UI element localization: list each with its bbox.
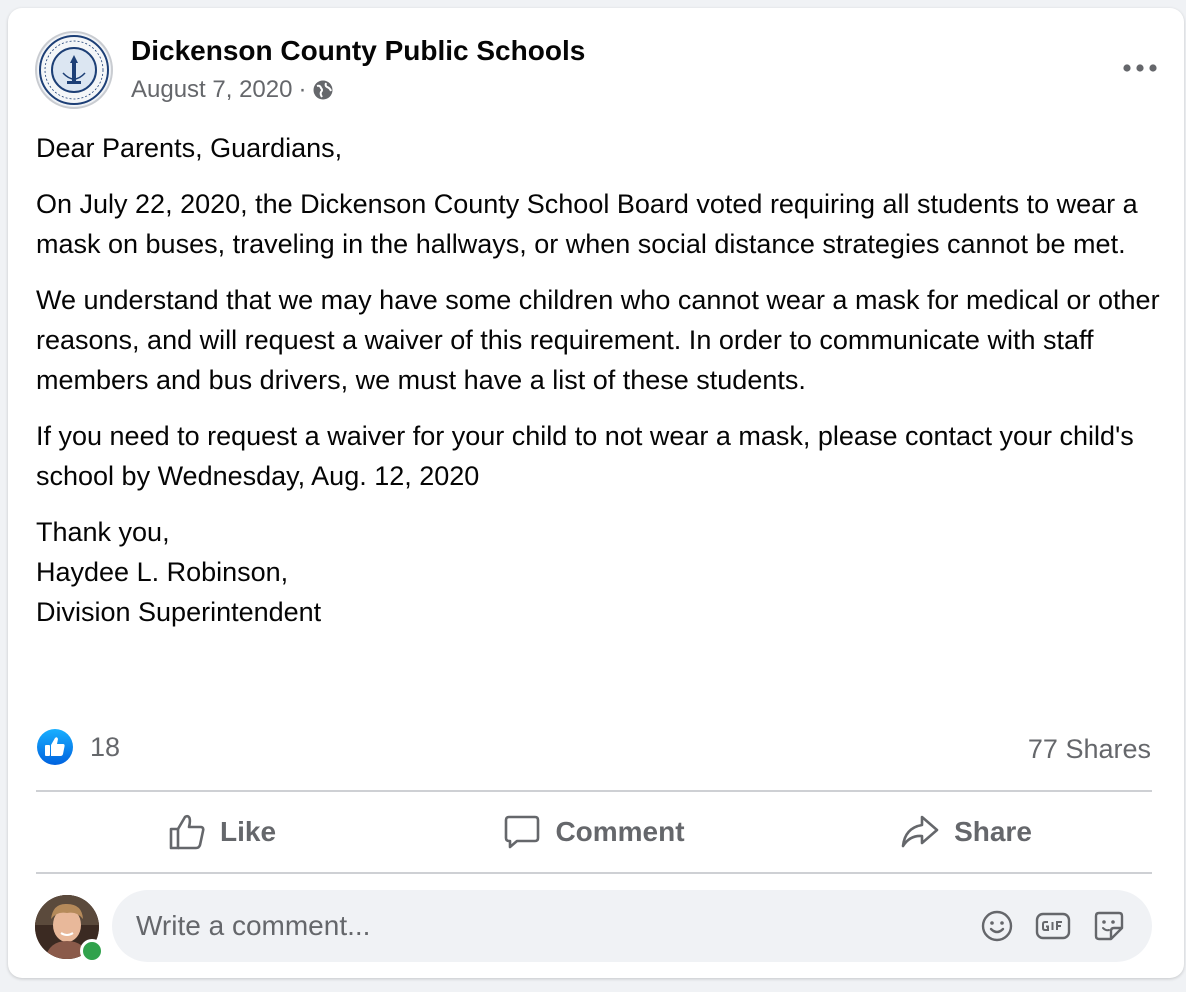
post-meta: August 7, 2020 ·: [131, 76, 334, 104]
gif-button[interactable]: [1026, 899, 1080, 953]
share-button[interactable]: Share: [780, 794, 1152, 870]
emoji-icon: [981, 910, 1013, 942]
signature-line: Thank you,: [36, 517, 170, 547]
gif-icon: [1035, 912, 1071, 940]
post-paragraph: If you need to request a waiver for your…: [36, 421, 1134, 491]
post-paragraph: We understand that we may have some chil…: [36, 285, 1160, 395]
more-dots-icon: [1123, 64, 1157, 72]
shares-count[interactable]: 77 Shares: [1028, 734, 1151, 765]
post-body: Dear Parents, Guardians, On July 22, 202…: [36, 128, 1161, 632]
post-paragraph: Dear Parents, Guardians,: [36, 133, 343, 163]
reactions-summary[interactable]: 18: [36, 728, 120, 766]
comment-label: Comment: [555, 816, 685, 847]
signature-line: Haydee L. Robinson,: [36, 557, 289, 587]
signature-line: Division Superintendent: [36, 597, 322, 627]
like-reaction-icon: [36, 728, 74, 766]
share-label: Share: [954, 816, 1032, 847]
post-paragraph: On July 22, 2020, the Dickenson County S…: [36, 189, 1138, 259]
reaction-count: 18: [90, 731, 121, 762]
meta-separator: ·: [298, 76, 307, 103]
comment-button[interactable]: Comment: [408, 794, 780, 870]
post-date-link[interactable]: August 7, 2020: [131, 76, 292, 104]
online-status-dot: [80, 939, 104, 963]
emoji-button[interactable]: [970, 899, 1024, 953]
page-name-link[interactable]: Dickenson County Public Schools: [131, 35, 585, 67]
more-options-button[interactable]: [1116, 48, 1164, 88]
divider: [36, 872, 1152, 874]
sticker-button[interactable]: [1082, 899, 1136, 953]
post-card: Dickenson County Public Schools August 7…: [8, 8, 1184, 978]
sticker-icon: [1094, 911, 1124, 941]
globe-icon[interactable]: [312, 79, 334, 101]
comment-input[interactable]: [112, 909, 970, 943]
thumbs-up-icon: [169, 814, 205, 850]
page-avatar[interactable]: [35, 31, 113, 109]
divider: [36, 790, 1152, 792]
post-signature: Thank you, Haydee L. Robinson, Division …: [36, 512, 1161, 632]
action-bar: Like Comment Share: [36, 794, 1152, 870]
school-seal-icon: [38, 34, 110, 106]
comment-composer: [112, 890, 1152, 962]
comment-bubble-icon: [505, 815, 540, 849]
share-arrow-icon: [901, 815, 939, 848]
like-button[interactable]: Like: [36, 794, 408, 870]
like-label: Like: [219, 816, 277, 847]
